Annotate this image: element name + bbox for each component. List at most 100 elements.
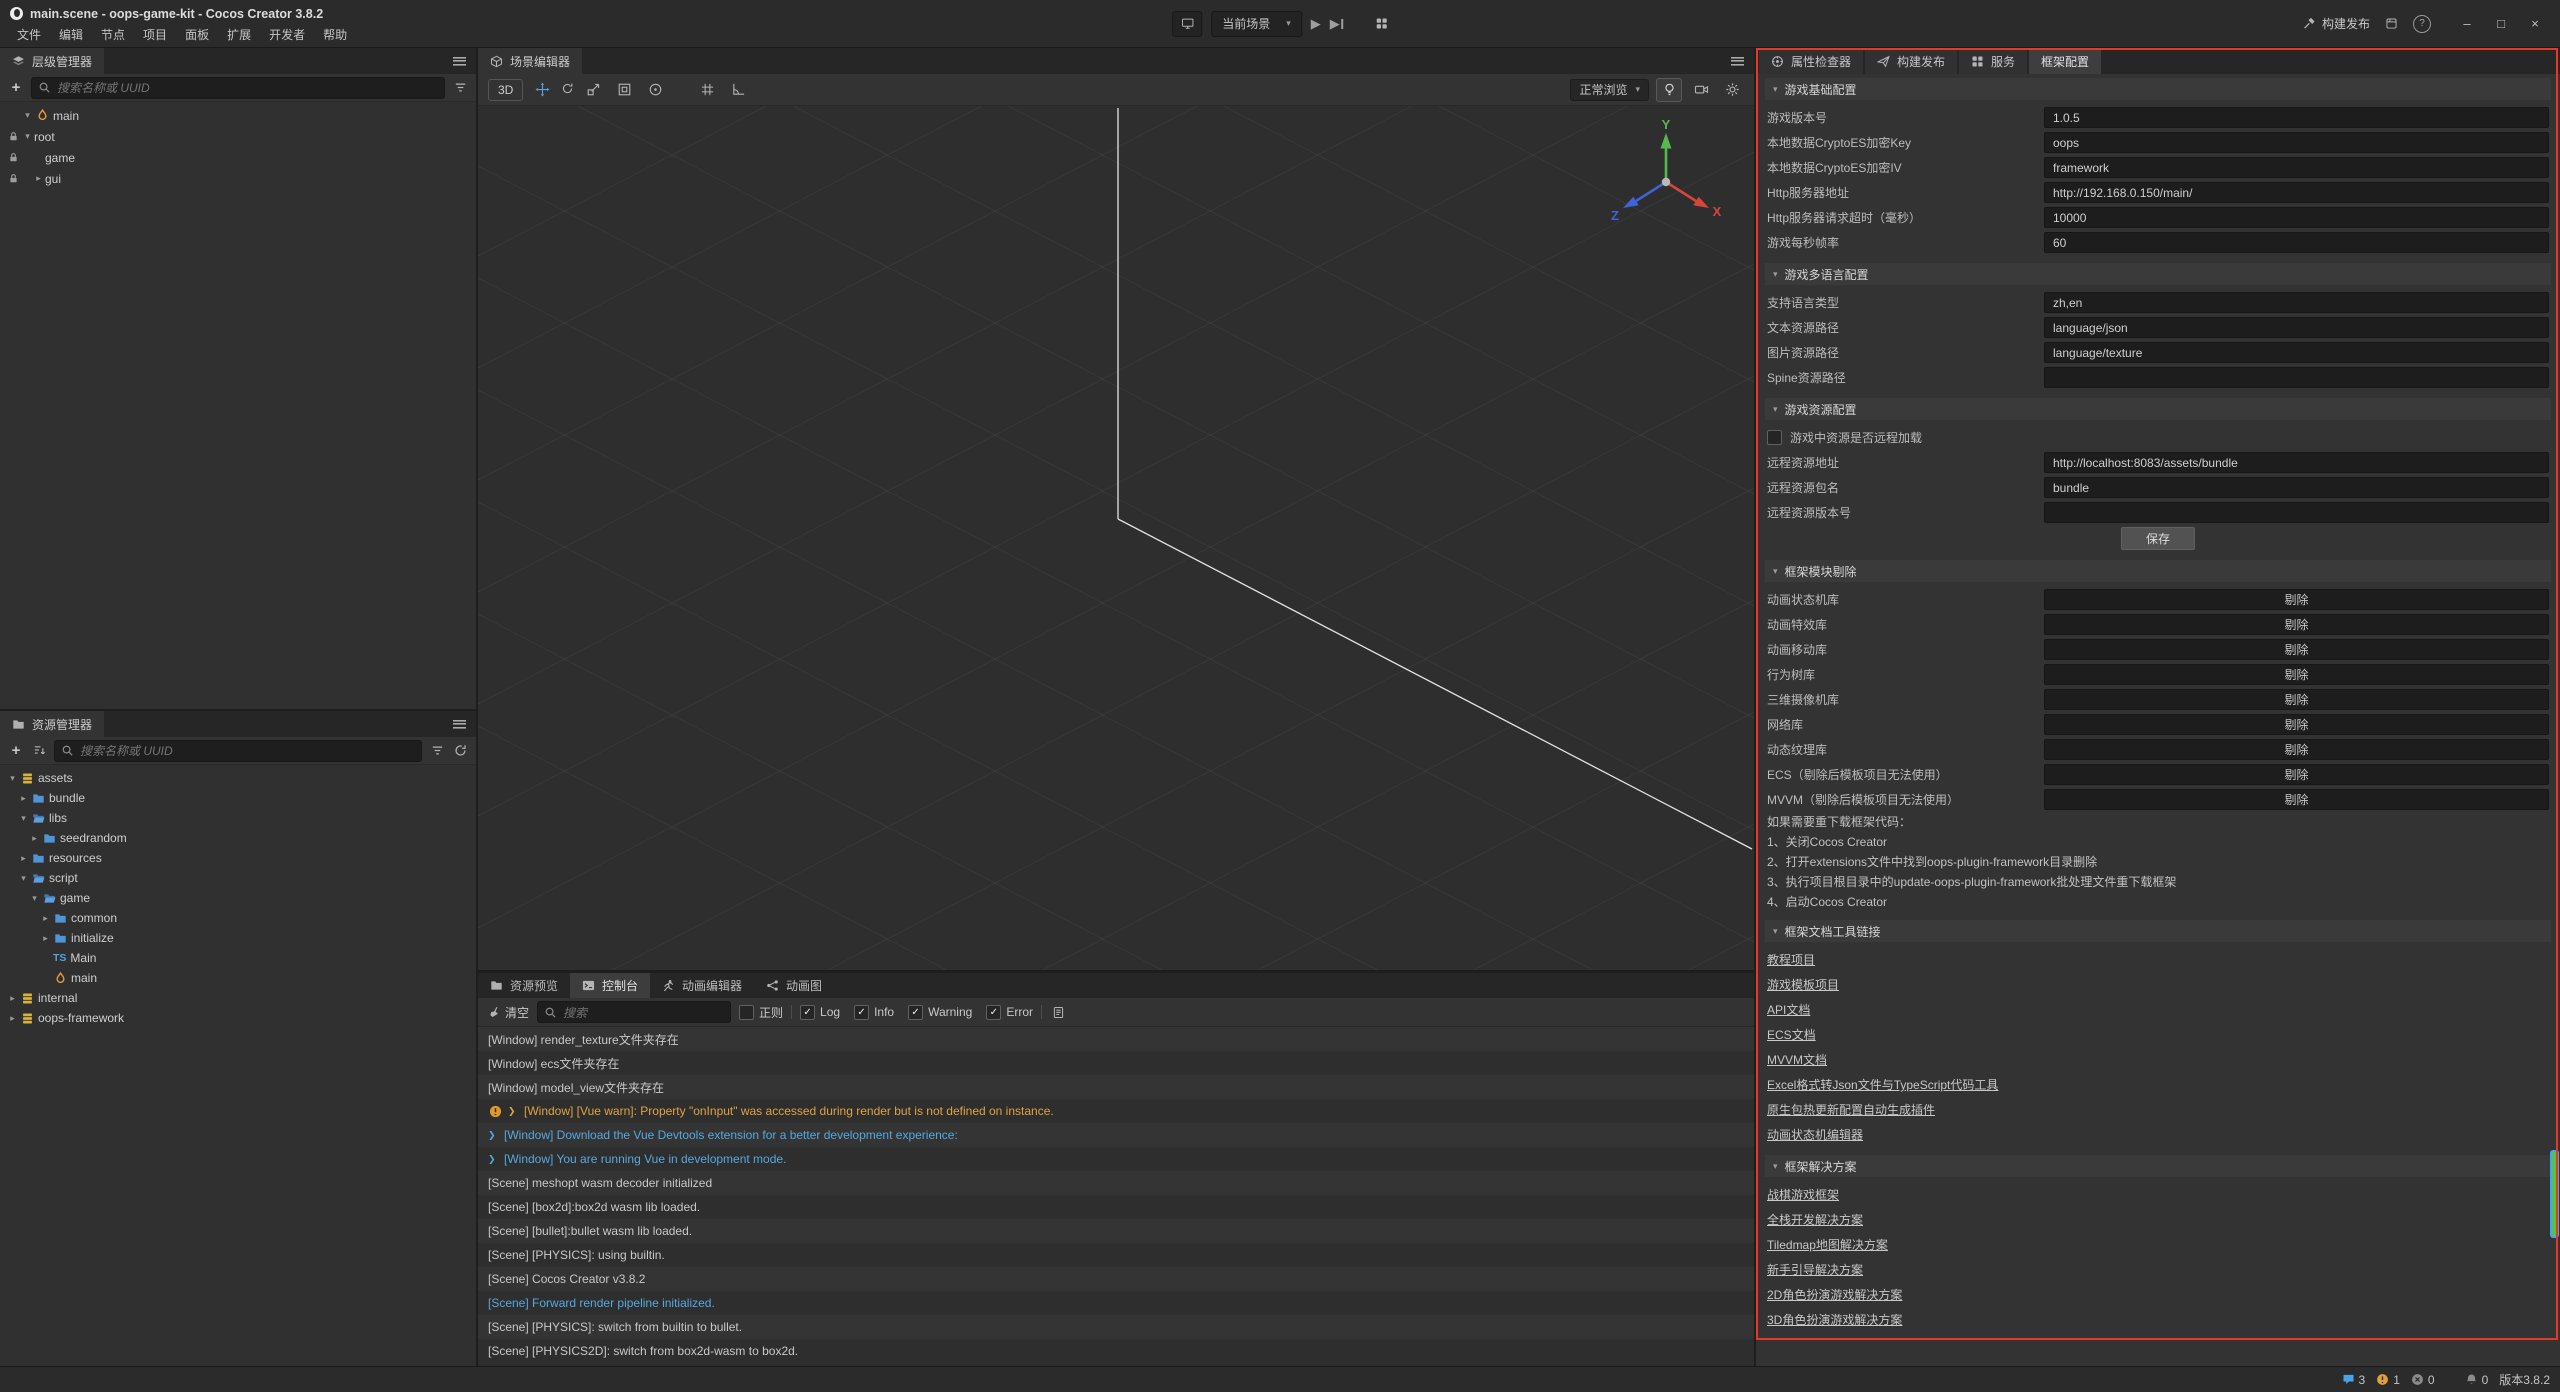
log-row[interactable]: [Scene] [box2d]:box2d wasm lib loaded. [478,1195,1754,1219]
clear-console-button[interactable]: 清空 [488,1004,529,1021]
doc-link[interactable]: 2D角色扮演游戏解决方案 [1767,1286,1902,1303]
add-asset-button[interactable]: + [8,741,24,761]
remove-module-button[interactable]: 剔除 [2044,689,2549,710]
tab-assets[interactable]: 资源管理器 [0,711,104,737]
package-icon[interactable] [2385,17,2398,30]
menu-item[interactable]: 开发者 [260,26,314,43]
tree-item[interactable]: ▾root [0,126,476,147]
expander-closed-icon[interactable]: ▸ [39,933,52,944]
filter-log-toggle[interactable]: Log [800,1005,840,1020]
tab-framework-config[interactable]: 框架配置 [2029,48,2101,74]
scene-viewport[interactable]: Y X Z [478,106,1754,970]
tree-item[interactable]: ▸bundle [0,788,476,808]
help-button[interactable]: ? [2413,15,2431,33]
menu-item[interactable]: 编辑 [50,26,92,43]
scene-select-dropdown[interactable]: 当前场景 ▾ [1211,11,1302,37]
log-row[interactable]: [Scene] [bullet]:bullet wasm lib loaded. [478,1219,1754,1243]
filter-warning-toggle[interactable]: Warning [908,1005,972,1020]
scale-tool-button[interactable] [581,79,605,101]
console-tab-asset-preview[interactable]: 资源预览 [478,973,570,998]
remove-module-button[interactable]: 剔除 [2044,664,2549,685]
play-button[interactable]: ▶ [1311,16,1321,32]
menu-item[interactable]: 帮助 [314,26,356,43]
tree-item[interactable]: ▸oops-framework [0,1008,476,1028]
save-button[interactable]: 保存 [2121,527,2195,550]
field-input[interactable] [2044,502,2549,523]
field-input[interactable]: http://localhost:8083/assets/bundle [2044,452,2549,473]
tab-build-publish[interactable]: 构建发布 [1865,48,1957,74]
field-input[interactable]: language/texture [2044,342,2549,363]
section-header[interactable]: ▾框架文档工具链接 [1765,920,2551,942]
field-input[interactable]: oops [2044,132,2549,153]
lock-icon[interactable] [6,131,21,142]
view-mode-dropdown[interactable]: 正常浏览 ▾ [1570,79,1649,101]
expander-open-icon[interactable]: ▾ [28,893,41,904]
field-input[interactable]: bundle [2044,477,2549,498]
field-input[interactable]: framework [2044,157,2549,178]
tree-item[interactable]: ▸initialize [0,928,476,948]
tree-item[interactable]: ▾script [0,868,476,888]
inspector-scrollbar[interactable] [2551,74,2560,1366]
expander-closed-icon[interactable]: ❯ [508,1106,518,1117]
console-search-input[interactable]: 搜索 [537,1001,731,1023]
tree-item[interactable]: ▾libs [0,808,476,828]
remove-module-button[interactable]: 剔除 [2044,764,2549,785]
assets-filter-button[interactable] [429,741,445,761]
section-header[interactable]: ▾框架解决方案 [1765,1155,2551,1177]
expander-closed-icon[interactable]: ▸ [6,993,19,1004]
expander-closed-icon[interactable]: ▸ [6,1013,19,1024]
export-log-button[interactable] [1050,1002,1066,1022]
log-row[interactable]: [Window] render_texture文件夹存在 [478,1027,1754,1051]
remove-module-button[interactable]: 剔除 [2044,639,2549,660]
regex-checkbox[interactable] [739,1005,754,1020]
console-tab-animation-graph[interactable]: 动画图 [754,973,834,998]
log-row[interactable]: ❯[Window] You are running Vue in develop… [478,1147,1754,1171]
field-input[interactable]: 60 [2044,232,2549,253]
assets-search-input[interactable]: 搜索名称或 UUID [54,740,422,762]
layout-grid-icon[interactable] [1375,17,1388,30]
checkbox-icon[interactable] [1767,430,1782,445]
field-input[interactable]: http://192.168.0.150/main/ [2044,182,2549,203]
lock-icon[interactable] [6,152,21,163]
notification-counter[interactable]: 0 [2465,1373,2489,1387]
remove-module-button[interactable]: 剔除 [2044,789,2549,810]
hierarchy-search-input[interactable]: 搜索名称或 UUID [31,77,445,99]
tab-hierarchy[interactable]: 层级管理器 [0,48,104,74]
filter-error-toggle[interactable]: Error [986,1005,1033,1020]
doc-link[interactable]: 教程项目 [1767,951,1815,968]
tree-item[interactable]: ▸seedrandom [0,828,476,848]
warning-counter[interactable]: 1 [2376,1373,2400,1387]
menu-item[interactable]: 文件 [8,26,50,43]
section-header[interactable]: ▾游戏多语言配置 [1765,263,2551,285]
rect-tool-button[interactable] [612,79,636,101]
doc-link[interactable]: 3D角色扮演游戏解决方案 [1767,1311,1902,1328]
doc-link[interactable]: ECS文档 [1767,1026,1816,1043]
angle-snap-button[interactable] [726,79,750,101]
menu-item[interactable]: 面板 [176,26,218,43]
tree-item[interactable]: game [0,147,476,168]
tab-scene-editor[interactable]: 场景编辑器 [478,48,582,74]
checkbox-icon[interactable] [908,1005,923,1020]
doc-link[interactable]: API文档 [1767,1001,1810,1018]
regex-toggle[interactable]: 正则 [739,1004,783,1021]
expander-open-icon[interactable]: ▾ [17,813,30,824]
log-row[interactable]: [Window] ecs文件夹存在 [478,1051,1754,1075]
inspector-scrollbar-thumb[interactable] [2550,1150,2559,1238]
doc-link[interactable]: 游戏模板项目 [1767,976,1839,993]
log-row[interactable]: [Scene] Cocos Creator v3.8.2 [478,1267,1754,1291]
tree-item[interactable]: ▾main [0,105,476,126]
field-input[interactable]: 10000 [2044,207,2549,228]
hierarchy-menu-button[interactable] [442,48,476,74]
move-tool-button[interactable] [530,79,554,101]
expander-open-icon[interactable]: ▾ [21,110,34,121]
log-row[interactable]: [Scene] meshopt wasm decoder initialized [478,1171,1754,1195]
scene-menu-button[interactable] [1720,48,1754,74]
field-input[interactable]: 1.0.5 [2044,107,2549,128]
tree-item[interactable]: ▸gui [0,168,476,189]
checkbox-icon[interactable] [854,1005,869,1020]
expander-closed-icon[interactable]: ▸ [17,793,30,804]
expander-open-icon[interactable]: ▾ [21,131,34,142]
doc-link[interactable]: Excel格式转Json文件与TypeScript代码工具 [1767,1076,1998,1093]
section-header[interactable]: ▾游戏资源配置 [1765,398,2551,420]
doc-link[interactable]: Tiledmap地图解决方案 [1767,1236,1888,1253]
